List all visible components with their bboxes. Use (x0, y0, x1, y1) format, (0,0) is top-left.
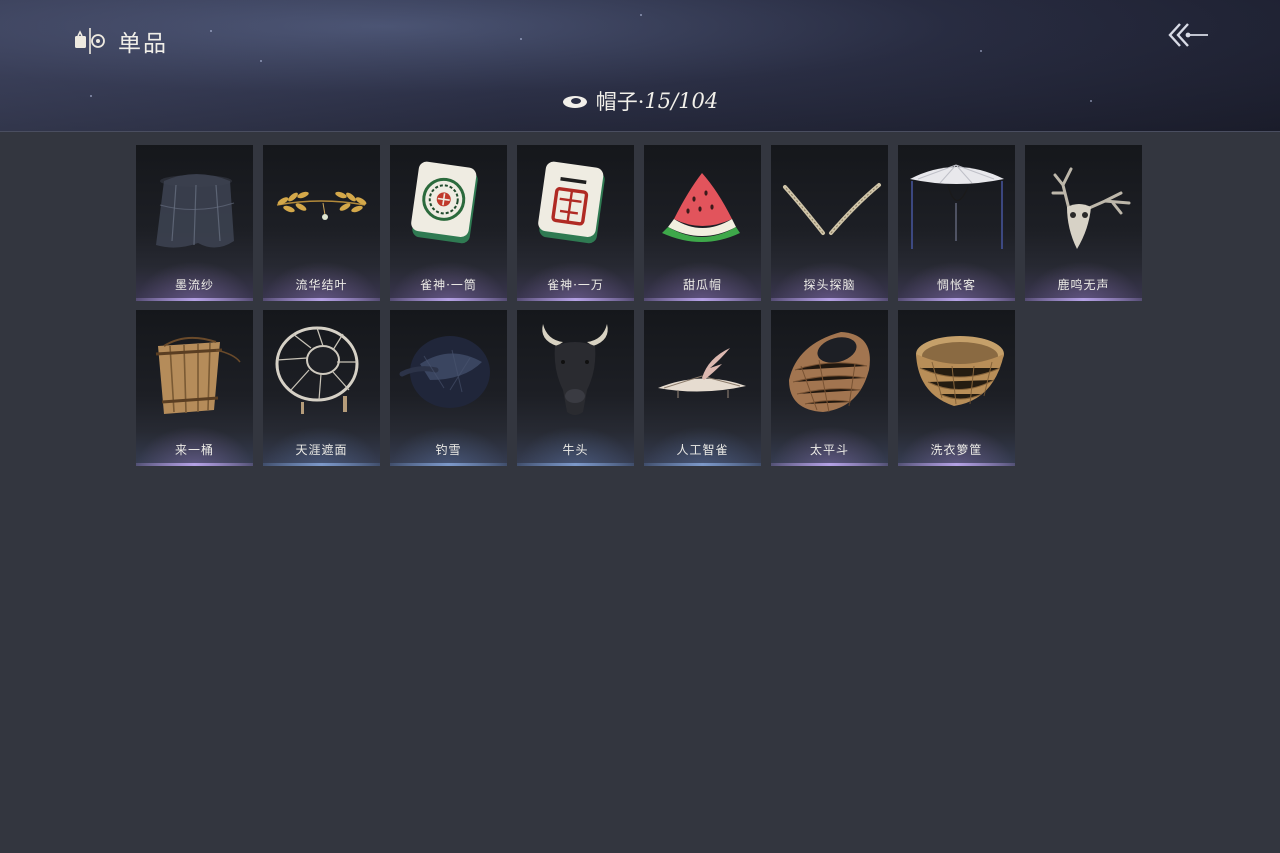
item-name: 牛头 (562, 443, 589, 457)
back-arrow-icon (1168, 23, 1208, 47)
watermelon-hat-icon (662, 173, 740, 242)
banner-star (980, 50, 982, 52)
item-card[interactable]: 雀神·一万 (517, 145, 634, 301)
item-name: 墨流纱 (174, 278, 214, 292)
back-button[interactable] (1166, 18, 1212, 54)
item-card[interactable]: 太平斗 (771, 310, 888, 466)
item-name: 惆怅客 (936, 278, 976, 292)
item-grid: 墨流纱 流华结叶 雀神·一筒 雀神·一万 甜瓜帽 探头探脑 惆怅客 鹿鸣无声 来… (136, 145, 1142, 466)
item-name: 探头探脑 (803, 278, 856, 292)
mahjong-tile-one-circle-icon (411, 161, 478, 244)
rarity-line (771, 463, 888, 466)
rarity-line (771, 298, 888, 301)
bamboo-frame-hat-icon (275, 326, 359, 414)
item-name: 天涯遮面 (295, 443, 348, 457)
rarity-line (136, 463, 253, 466)
item-name: 洗衣箩筐 (930, 443, 983, 457)
rarity-line (263, 298, 380, 301)
hat-category-icon (562, 96, 587, 108)
item-name: 太平斗 (809, 443, 849, 457)
banner-star (640, 14, 642, 16)
item-card[interactable]: 人工智雀 (644, 310, 761, 466)
rarity-line (644, 298, 761, 301)
rarity-line (390, 298, 507, 301)
mahjong-tile-one-wan-icon (538, 161, 605, 244)
bull-head-icon (542, 324, 608, 415)
item-card[interactable]: 雀神·一筒 (390, 145, 507, 301)
item-card[interactable]: 钓雪 (390, 310, 507, 466)
item-name: 雀神·一万 (547, 278, 604, 292)
item-name: 流华结叶 (295, 278, 348, 292)
item-name: 人工智雀 (676, 443, 729, 457)
feather-antennae-icon (783, 183, 881, 235)
category-label: 帽子· (595, 90, 645, 114)
top-banner: 单品 帽子· 15/104 (0, 0, 1280, 132)
rarity-line (898, 298, 1015, 301)
item-card[interactable]: 天涯遮面 (263, 310, 380, 466)
wicker-basket-hat-icon (789, 332, 870, 413)
item-name: 来一桶 (174, 443, 214, 457)
item-name: 雀神·一筒 (420, 278, 477, 292)
item-card[interactable]: 洗衣箩筐 (898, 310, 1015, 466)
bird-hat-icon (658, 348, 746, 398)
banner-star (210, 30, 212, 32)
rarity-line (644, 463, 761, 466)
laundry-basket-icon (916, 336, 1004, 406)
item-card[interactable]: 甜瓜帽 (644, 145, 761, 301)
dark-straw-hat-icon (399, 336, 490, 408)
item-name: 鹿鸣无声 (1057, 278, 1110, 292)
rarity-line (898, 463, 1015, 466)
golden-laurel-icon (276, 191, 367, 220)
wooden-bucket-icon (155, 336, 241, 414)
item-card[interactable]: 探头探脑 (771, 145, 888, 301)
category-heading: 帽子· 15/104 (0, 84, 1280, 118)
rarity-line (390, 463, 507, 466)
item-name: 甜瓜帽 (682, 278, 722, 292)
item-card[interactable]: 鹿鸣无声 (1025, 145, 1142, 301)
item-card[interactable]: 流华结叶 (263, 145, 380, 301)
rarity-line (263, 463, 380, 466)
dark-veil-hat-icon (156, 174, 235, 248)
item-card[interactable]: 来一桶 (136, 310, 253, 466)
rarity-line (136, 298, 253, 301)
veiled-umbrella-hat-icon (910, 164, 1004, 249)
banner-star (520, 38, 522, 40)
rarity-line (517, 298, 634, 301)
wardrobe-icon (75, 28, 105, 54)
rarity-line (1025, 298, 1142, 301)
item-card[interactable]: 牛头 (517, 310, 634, 466)
banner-star (260, 60, 262, 62)
rarity-line (517, 463, 634, 466)
item-card[interactable]: 惆怅客 (898, 145, 1015, 301)
item-card[interactable]: 墨流纱 (136, 145, 253, 301)
category-count: 15/104 (644, 89, 719, 113)
page-title: 单品 (72, 24, 168, 58)
deer-skull-icon (1051, 167, 1131, 249)
page-title-text: 单品 (118, 31, 168, 57)
item-name: 钓雪 (435, 443, 462, 457)
